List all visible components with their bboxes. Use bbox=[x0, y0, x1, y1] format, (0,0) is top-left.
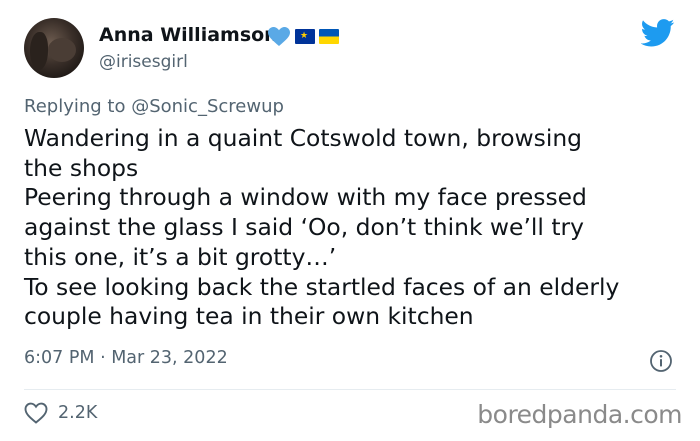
twitter-bird-icon[interactable] bbox=[641, 19, 675, 47]
info-icon[interactable] bbox=[649, 349, 673, 373]
author-handle[interactable]: @irisesgirl bbox=[99, 52, 188, 72]
avatar[interactable] bbox=[24, 18, 84, 78]
blue-heart-icon bbox=[267, 26, 291, 47]
eu-flag-icon bbox=[295, 29, 315, 44]
avatar-dog-face bbox=[48, 38, 76, 62]
like-button[interactable]: 2.2K bbox=[24, 402, 97, 424]
divider bbox=[24, 389, 676, 390]
author-name[interactable]: Anna Williamson bbox=[99, 24, 278, 46]
avatar-dog-ear bbox=[30, 32, 48, 70]
tweet-body: Wandering in a quaint Cotswold town, bro… bbox=[24, 124, 620, 331]
watermark: boredpanda.com bbox=[477, 400, 682, 429]
ukraine-flag-icon bbox=[319, 29, 339, 44]
heart-outline-icon bbox=[24, 402, 48, 424]
tweet-timestamp[interactable]: 6:07 PM · Mar 23, 2022 bbox=[24, 348, 228, 368]
like-count: 2.2K bbox=[58, 403, 98, 423]
author-badges bbox=[267, 26, 339, 47]
replying-to-line[interactable]: Replying to @Sonic_Screwup bbox=[24, 96, 284, 117]
